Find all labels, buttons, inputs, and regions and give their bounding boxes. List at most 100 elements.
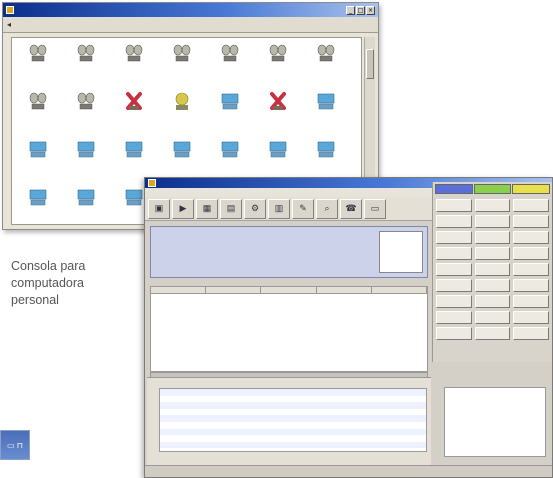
device-item[interactable] — [62, 42, 110, 90]
key-button[interactable] — [474, 231, 511, 244]
device-item[interactable] — [14, 186, 62, 229]
key-tab-blue[interactable] — [435, 184, 473, 194]
device-item[interactable] — [110, 42, 158, 90]
device-item[interactable] — [302, 90, 350, 138]
key-button[interactable] — [436, 199, 472, 212]
log-row[interactable] — [160, 415, 426, 422]
device-item[interactable] — [62, 138, 110, 186]
key-button[interactable] — [513, 231, 549, 244]
device-item[interactable] — [62, 186, 110, 229]
edit-icon[interactable]: ✎ — [292, 198, 314, 219]
maximize-button[interactable]: □ — [356, 5, 365, 15]
device-item[interactable] — [158, 42, 206, 90]
settings-icon[interactable]: ⚙ — [244, 198, 266, 219]
corner-thumbnail: ▭ ⊓ — [0, 430, 30, 460]
key-tab-yellow[interactable] — [512, 184, 551, 194]
tab-scroll-left-icon[interactable]: ◂ — [7, 20, 11, 29]
camera-alarm-icon — [123, 90, 145, 117]
event-grid[interactable] — [150, 294, 428, 372]
device-item[interactable] — [158, 90, 206, 138]
column-header[interactable] — [317, 287, 372, 293]
log-row[interactable] — [160, 409, 426, 416]
camera-dome-icon — [75, 90, 97, 117]
device-item[interactable] — [254, 90, 302, 138]
log-list[interactable] — [159, 388, 427, 452]
close-button[interactable]: × — [366, 5, 375, 15]
camera-view-icon[interactable]: ▣ — [148, 198, 170, 219]
monitor-icon — [75, 138, 97, 165]
key-button[interactable] — [474, 295, 511, 308]
column-header[interactable] — [206, 287, 262, 293]
save-icon[interactable]: ▤ — [220, 198, 242, 219]
key-button[interactable] — [513, 279, 549, 292]
key-button[interactable] — [513, 311, 549, 324]
key-button[interactable] — [474, 279, 511, 292]
camera-dome-icon — [27, 90, 49, 117]
key-button[interactable] — [436, 247, 472, 260]
key-button[interactable] — [436, 279, 472, 292]
grid-icon[interactable]: ▦ — [196, 198, 218, 219]
scrollbar-thumb[interactable] — [366, 49, 374, 79]
event-grid-header — [150, 286, 428, 294]
log-row[interactable] — [160, 402, 426, 409]
log-row[interactable] — [160, 422, 426, 429]
key-button[interactable] — [436, 263, 472, 276]
key-button[interactable] — [513, 199, 549, 212]
key-button[interactable] — [436, 215, 472, 228]
log-row[interactable] — [160, 441, 426, 449]
key-button[interactable] — [513, 295, 549, 308]
key-button[interactable] — [513, 263, 549, 276]
key-button[interactable] — [474, 263, 511, 276]
key-button[interactable] — [474, 215, 511, 228]
log-row[interactable] — [160, 396, 426, 403]
device-item[interactable] — [206, 90, 254, 138]
search-icon[interactable]: ⌕ — [316, 198, 338, 219]
alarm-icon[interactable]: ☎ — [340, 198, 362, 219]
key-button[interactable] — [513, 215, 549, 228]
key-button[interactable] — [436, 327, 472, 340]
device-item[interactable] — [302, 42, 350, 90]
app-icon — [6, 6, 14, 14]
device-item[interactable] — [206, 42, 254, 90]
key-button[interactable] — [474, 327, 511, 340]
minimize-button[interactable]: _ — [346, 5, 355, 15]
app-icon — [148, 179, 156, 187]
key-button[interactable] — [474, 311, 511, 324]
device-item[interactable] — [14, 90, 62, 138]
log-row[interactable] — [160, 435, 426, 442]
key-button[interactable] — [436, 295, 472, 308]
device-item[interactable] — [110, 90, 158, 138]
key-panel — [432, 182, 552, 362]
monitor-icon — [171, 138, 193, 165]
device-item[interactable] — [14, 138, 62, 186]
caption-line: personal — [11, 293, 59, 307]
key-button[interactable] — [436, 311, 472, 324]
detail-list[interactable] — [444, 387, 546, 457]
monitor-icon — [219, 138, 241, 165]
camera-dome-icon — [123, 42, 145, 69]
key-button[interactable] — [474, 247, 511, 260]
record-icon[interactable]: ▶ — [172, 198, 194, 219]
monitor-icon — [27, 186, 49, 213]
device-item[interactable] — [62, 90, 110, 138]
column-header[interactable] — [151, 287, 207, 293]
device-item[interactable] — [254, 42, 302, 90]
monitor-icon[interactable]: ▭ — [364, 198, 386, 219]
key-button[interactable] — [474, 199, 511, 212]
preview-panel — [379, 231, 423, 273]
console-window: ▣ ▶ ▦ ▤ ⚙ ▥ ✎ ⌕ ☎ ▭ — [144, 177, 553, 478]
key-button[interactable] — [513, 247, 549, 260]
monitor-icon — [315, 90, 337, 117]
column-header[interactable] — [372, 287, 428, 293]
log-row[interactable] — [160, 389, 426, 396]
log-row[interactable] — [160, 428, 426, 436]
camera-warning-icon — [171, 90, 193, 117]
key-button[interactable] — [436, 231, 472, 244]
key-button[interactable] — [513, 327, 549, 340]
key-tab-green[interactable] — [473, 184, 512, 194]
column-header[interactable] — [261, 287, 317, 293]
layout-icon[interactable]: ▥ — [268, 198, 290, 219]
camera-dome-icon — [27, 42, 49, 69]
device-browser-titlebar[interactable]: _ □ × — [3, 3, 378, 17]
device-item[interactable] — [14, 42, 62, 90]
